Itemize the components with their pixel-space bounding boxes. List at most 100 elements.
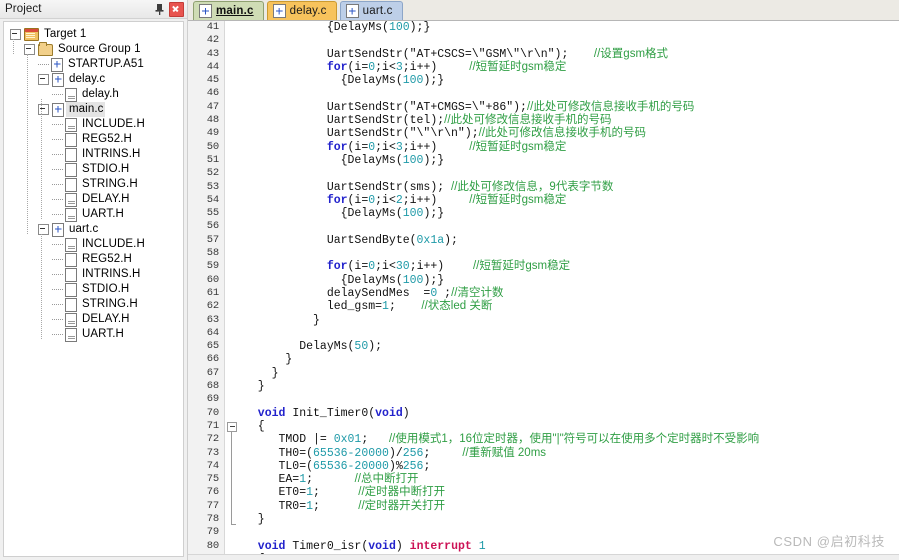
- code-token-cmz: //使用模式1，16位定时器，使用"|"符号可以在使用多个定时器时不受影响: [388, 433, 760, 446]
- fold-marker-slot: [225, 127, 238, 140]
- tree-connector: [52, 154, 65, 155]
- fold-marker-slot: [225, 247, 238, 260]
- tree-item-stdio-h[interactable]: STDIO.H: [8, 162, 183, 177]
- project-tree: Target 1 Source Group 1 STARTUP.A51 delay.c…: [4, 22, 183, 342]
- code-token-pl: UartSendStr("AT+CSCS=\"GSM\"\r\n");: [244, 47, 569, 61]
- tree-item-main-c[interactable]: main.c: [8, 102, 183, 117]
- tree-item-startup-a51[interactable]: STARTUP.A51: [8, 57, 183, 72]
- code-token-num: 256: [402, 446, 424, 460]
- code-token-pl: led_gsm=: [244, 300, 383, 314]
- pin-icon[interactable]: [153, 3, 166, 16]
- code-folding-column[interactable]: [225, 21, 238, 560]
- code-token-kw: void: [375, 406, 403, 420]
- code-token-pl: UartSendStr("\"\r\n");: [244, 127, 479, 141]
- line-number: 62: [206, 300, 219, 313]
- tree-item-delay-c[interactable]: delay.c: [8, 72, 183, 87]
- code-line: for(i=0;i<2;i++) //短暂延时gsm稳定: [238, 194, 899, 207]
- tree-item-delay-h[interactable]: DELAY.H: [8, 192, 183, 207]
- tree-item-label: main.c: [66, 102, 106, 117]
- tree-item-label: INCLUDE.H: [82, 118, 145, 130]
- c-file-icon: [51, 57, 63, 72]
- fold-marker-slot: [225, 61, 238, 74]
- fold-marker-slot: [225, 420, 238, 433]
- code-token-pl: TR0=: [244, 499, 307, 513]
- code-token-pl: );}: [409, 21, 431, 34]
- fold-marker-slot: [225, 154, 238, 167]
- tree-item-source-group-1[interactable]: Source Group 1: [8, 41, 183, 57]
- code-token-cmz: //清空计数: [451, 286, 504, 299]
- code-token-cmz: //定时器开关打开: [319, 499, 446, 512]
- tree-item-string-h[interactable]: STRING.H: [8, 177, 183, 192]
- tree-connector: [52, 94, 65, 95]
- line-number: 63: [206, 313, 219, 326]
- tree-item-uart-h[interactable]: UART.H: [8, 207, 183, 222]
- code-token-pl: UartSendStr("AT+CMGS=\"+86");: [244, 100, 527, 114]
- fold-marker-slot: [225, 433, 238, 446]
- code-token-pl: (i=: [347, 140, 369, 154]
- fold-collapse-icon[interactable]: [227, 422, 237, 433]
- code-token-cmz: //定时器中断打开: [319, 486, 446, 499]
- tree-item-reg52-h[interactable]: REG52.H: [8, 132, 183, 147]
- line-number: 66: [206, 353, 219, 366]
- tree-item-uart-c[interactable]: uart.c: [8, 222, 183, 237]
- tree-item-include-h[interactable]: INCLUDE.H: [8, 237, 183, 252]
- tree-connector: [52, 304, 65, 305]
- tree-item-reg52-h[interactable]: REG52.H: [8, 252, 183, 267]
- tree-item-target-1[interactable]: Target 1: [8, 27, 183, 42]
- code-token-pl: );}: [423, 207, 445, 221]
- tree-item-delay-h[interactable]: DELAY.H: [8, 312, 183, 327]
- tree-item-label: DELAY.H: [82, 313, 130, 325]
- tab-uart-c[interactable]: uart.c: [339, 1, 403, 20]
- tree-item-intrins-h[interactable]: INTRINS.H: [8, 147, 183, 162]
- fold-marker-slot: [225, 486, 238, 499]
- tree-expander-icon[interactable]: [38, 104, 49, 115]
- code-token-pl: {DelayMs(: [244, 21, 389, 34]
- code-token-num: 100: [402, 153, 424, 167]
- tree-connector: [52, 139, 65, 140]
- tree-item-include-h[interactable]: INCLUDE.H: [8, 117, 183, 132]
- tree-item-uart-h[interactable]: UART.H: [8, 327, 183, 342]
- code-token-pl: DelayMs(: [244, 340, 355, 354]
- tree-item-delay-h[interactable]: delay.h: [8, 87, 183, 102]
- tree-item-intrins-h[interactable]: INTRINS.H: [8, 267, 183, 282]
- tree-connector: [38, 64, 51, 65]
- tab-delay-c[interactable]: delay.c: [266, 1, 337, 20]
- tree-item-label: delay.c: [69, 73, 106, 85]
- project-tree-container[interactable]: Target 1 Source Group 1 STARTUP.A51 delay.c…: [3, 21, 184, 557]
- line-number: 59: [206, 260, 219, 273]
- fold-marker-slot: [225, 447, 238, 460]
- tab-main-c[interactable]: main.c: [193, 1, 264, 20]
- code-token-num: 100: [402, 273, 424, 287]
- tree-expander-icon[interactable]: [38, 74, 49, 85]
- tree-expander-icon[interactable]: [38, 224, 49, 235]
- tree-connector: [52, 244, 65, 245]
- tree-expander-icon[interactable]: [24, 44, 35, 55]
- code-line: UartSendStr(tel);//此处可修改信息接收手机的号码: [238, 114, 899, 127]
- tree-item-stdio-h[interactable]: STDIO.H: [8, 282, 183, 297]
- code-token-cmz: //短暂延时gsm稳定: [437, 60, 567, 73]
- h-plain-icon: [65, 282, 77, 297]
- line-number: 65: [206, 340, 219, 353]
- fold-marker-slot: [225, 340, 238, 353]
- code-line: for(i=0;i<30;i++) //短暂延时gsm稳定: [238, 260, 899, 273]
- code-token-num: 2: [395, 193, 403, 207]
- code-token-pl: Timer0_isr(: [285, 539, 369, 553]
- code-text-area[interactable]: {DelayMs(100);} UartSendStr("AT+CSCS=\"G…: [238, 21, 899, 560]
- code-token-pl: ;: [313, 486, 320, 500]
- code-line: UartSendByte(0x1a);: [238, 234, 899, 247]
- close-icon[interactable]: [169, 2, 184, 17]
- code-line: void Init_Timer0(void): [238, 407, 899, 420]
- code-token-pl: ET0=: [244, 486, 307, 500]
- h-file-icon: [65, 237, 77, 252]
- code-scroll-area[interactable]: 41 42 43 44 45 46 47 48 49 50 51 52 53 54 55 56 57 58 59 60…: [188, 21, 899, 560]
- code-token-pl: ): [402, 406, 410, 420]
- tree-expander-icon[interactable]: [10, 29, 21, 40]
- code-token-pl: ;i++): [409, 260, 445, 274]
- line-number: 53: [206, 180, 219, 193]
- code-token-num: 100: [388, 21, 410, 34]
- tree-vertical-connector: [41, 114, 42, 219]
- code-token-pl: ;: [306, 473, 314, 487]
- code-token-kw: for: [244, 140, 348, 154]
- tree-item-string-h[interactable]: STRING.H: [8, 297, 183, 312]
- code-token-pl: ;: [313, 499, 320, 513]
